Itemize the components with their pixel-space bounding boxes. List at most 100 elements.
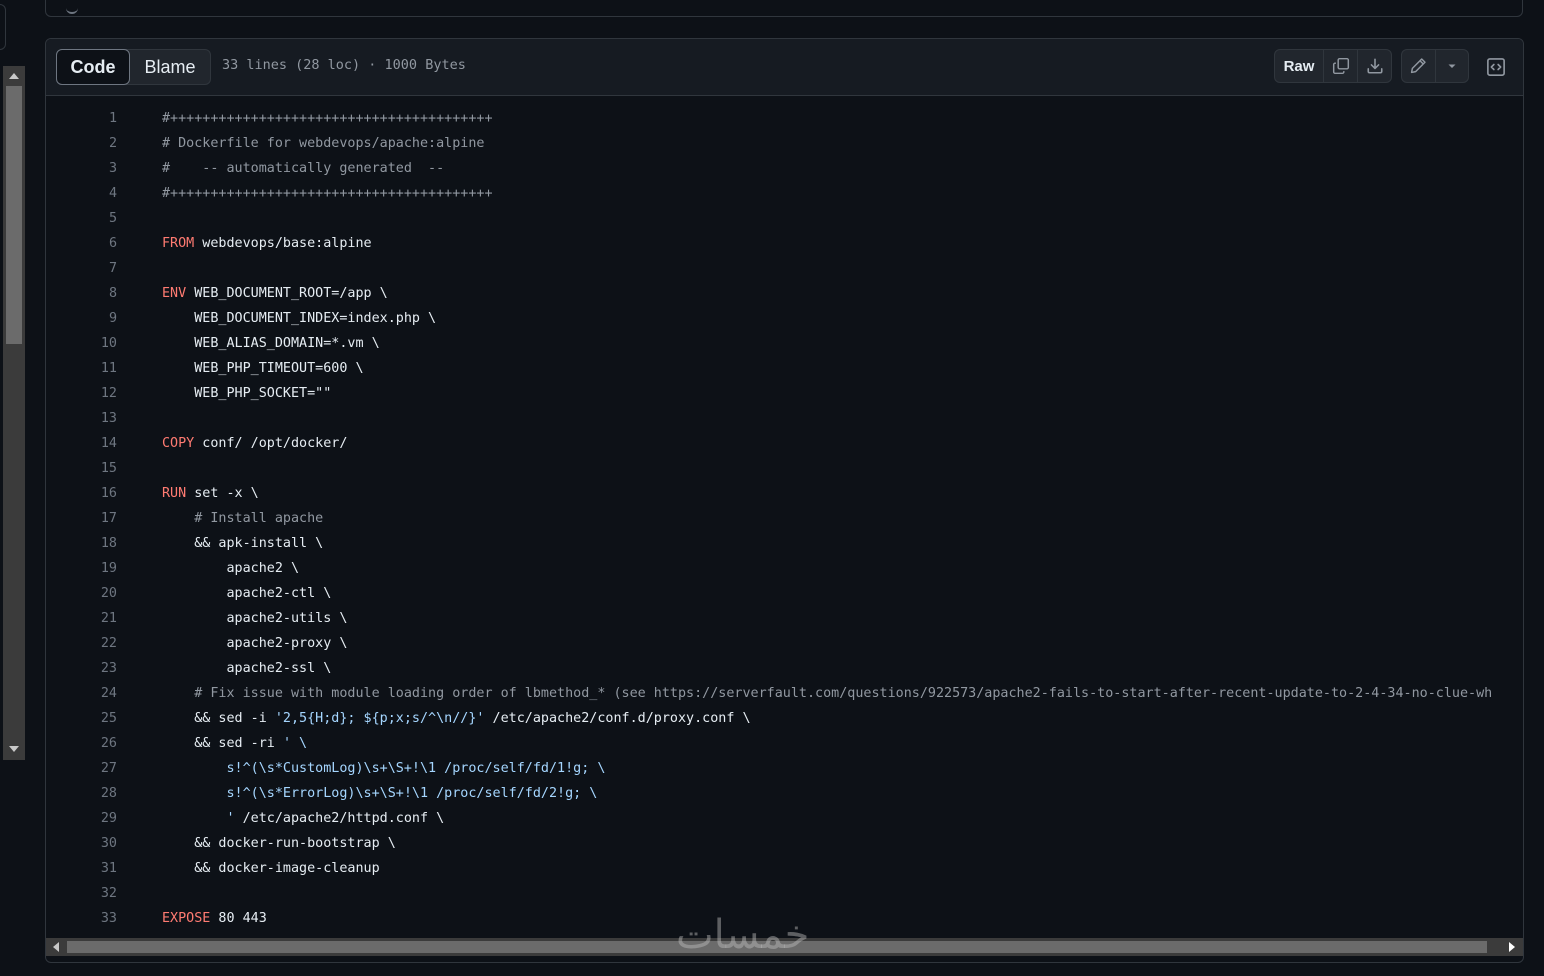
- code-token: webdevops/base:alpine: [194, 236, 372, 251]
- line-number[interactable]: 13: [76, 406, 117, 431]
- line-number[interactable]: 5: [76, 206, 117, 231]
- more-edit-options-button[interactable]: [1436, 50, 1468, 82]
- code-token: apache2-ssl \: [162, 661, 332, 676]
- code-line[interactable]: 29 ' /etc/apache2/httpd.conf \: [46, 806, 1523, 831]
- line-number[interactable]: 8: [76, 281, 117, 306]
- copy-raw-button[interactable]: [1324, 50, 1358, 82]
- line-number[interactable]: 6: [76, 231, 117, 256]
- code-token: 80 443: [210, 911, 267, 926]
- raw-copy-download-group: Raw: [1274, 49, 1392, 83]
- scroll-down-arrow-icon[interactable]: [9, 746, 19, 752]
- line-number[interactable]: 7: [76, 256, 117, 281]
- line-number[interactable]: 20: [76, 581, 117, 606]
- code-string: s!^(\s*CustomLog)\s+\S+!\1 /proc/self/fd…: [162, 761, 606, 776]
- line-number[interactable]: 30: [76, 831, 117, 856]
- line-number[interactable]: 12: [76, 381, 117, 406]
- line-number[interactable]: 24: [76, 681, 117, 706]
- code-keyword: EXPOSE: [162, 911, 211, 926]
- code-line[interactable]: 31 && docker-image-cleanup: [46, 856, 1523, 881]
- line-content: #+++++++++++++++++++++++++++++++++++++++…: [162, 181, 493, 206]
- code-line[interactable]: 14 COPY conf/ /opt/docker/: [46, 431, 1523, 456]
- code-line[interactable]: 12 WEB_PHP_SOCKET="": [46, 381, 1523, 406]
- line-content: s!^(\s*CustomLog)\s+\S+!\1 /proc/self/fd…: [162, 756, 605, 781]
- code-line[interactable]: 19 apache2 \: [46, 556, 1523, 581]
- code-line[interactable]: 8 ENV WEB_DOCUMENT_ROOT=/app \: [46, 281, 1523, 306]
- code-line[interactable]: 15: [46, 456, 1523, 481]
- code-line[interactable]: 7: [46, 256, 1523, 281]
- code-line[interactable]: 27 s!^(\s*CustomLog)\s+\S+!\1 /proc/self…: [46, 756, 1523, 781]
- raw-button[interactable]: Raw: [1275, 50, 1324, 82]
- line-number[interactable]: 32: [76, 881, 117, 906]
- code-line[interactable]: 25 && sed -i '2,5{H;d}; ${p;x;s/^\n//}' …: [46, 706, 1523, 731]
- line-number[interactable]: 27: [76, 756, 117, 781]
- code-line[interactable]: 28 s!^(\s*ErrorLog)\s+\S+!\1 /proc/self/…: [46, 781, 1523, 806]
- line-content: apache2-ctl \: [162, 581, 331, 606]
- line-content: WEB_DOCUMENT_INDEX=index.php \: [162, 306, 436, 331]
- code-tab[interactable]: Code: [56, 49, 130, 85]
- scroll-up-arrow-icon[interactable]: [9, 73, 19, 79]
- scrollbar-thumb[interactable]: [6, 86, 22, 344]
- line-number[interactable]: 31: [76, 856, 117, 881]
- code-line[interactable]: 16 RUN set -x \: [46, 481, 1523, 506]
- code-line[interactable]: 24 # Fix issue with module loading order…: [46, 681, 1523, 706]
- line-number[interactable]: 15: [76, 456, 117, 481]
- code-line[interactable]: 1 #++++++++++++++++++++++++++++++++++++++…: [46, 106, 1523, 131]
- code-line[interactable]: 20 apache2-ctl \: [46, 581, 1523, 606]
- code-comment: # -- automatically generated --: [162, 161, 445, 176]
- code-line[interactable]: 23 apache2-ssl \: [46, 656, 1523, 681]
- line-number[interactable]: 22: [76, 631, 117, 656]
- code-line[interactable]: 33 EXPOSE 80 443: [46, 906, 1523, 931]
- line-number[interactable]: 18: [76, 531, 117, 556]
- code-line[interactable]: 18 && apk-install \: [46, 531, 1523, 556]
- code-line[interactable]: 21 apache2-utils \: [46, 606, 1523, 631]
- scroll-left-arrow-icon[interactable]: [53, 942, 59, 952]
- code-token: && docker-image-cleanup: [162, 861, 380, 876]
- line-number[interactable]: 28: [76, 781, 117, 806]
- line-number[interactable]: 17: [76, 506, 117, 531]
- code-line[interactable]: 6 FROM webdevops/base:alpine: [46, 231, 1523, 256]
- code-line[interactable]: 11 WEB_PHP_TIMEOUT=600 \: [46, 356, 1523, 381]
- line-number[interactable]: 2: [76, 131, 117, 156]
- code-line[interactable]: 10 WEB_ALIAS_DOMAIN=*.vm \: [46, 331, 1523, 356]
- line-number[interactable]: 11: [76, 356, 117, 381]
- line-number[interactable]: 21: [76, 606, 117, 631]
- code-line[interactable]: 3 # -- automatically generated --: [46, 156, 1523, 181]
- code-token: && sed -i: [162, 711, 275, 726]
- code-line[interactable]: 30 && docker-run-bootstrap \: [46, 831, 1523, 856]
- download-button[interactable]: [1358, 50, 1391, 82]
- code-token: apache2 \: [162, 561, 300, 576]
- code-line[interactable]: 5: [46, 206, 1523, 231]
- code-line[interactable]: 17 # Install apache: [46, 506, 1523, 531]
- code-line[interactable]: 32: [46, 881, 1523, 906]
- line-number[interactable]: 29: [76, 806, 117, 831]
- code-line[interactable]: 9 WEB_DOCUMENT_INDEX=index.php \: [46, 306, 1523, 331]
- line-number[interactable]: 9: [76, 306, 117, 331]
- line-number[interactable]: 33: [76, 906, 117, 931]
- line-number[interactable]: 23: [76, 656, 117, 681]
- line-number[interactable]: 16: [76, 481, 117, 506]
- code-line[interactable]: 22 apache2-proxy \: [46, 631, 1523, 656]
- code-line[interactable]: 2 # Dockerfile for webdevops/apache:alpin…: [46, 131, 1523, 156]
- symbols-panel-button[interactable]: [1480, 51, 1512, 83]
- line-number[interactable]: 3: [76, 156, 117, 181]
- code-line[interactable]: 4 #++++++++++++++++++++++++++++++++++++++…: [46, 181, 1523, 206]
- edit-button[interactable]: [1402, 50, 1436, 82]
- line-number[interactable]: 26: [76, 731, 117, 756]
- line-number[interactable]: 14: [76, 431, 117, 456]
- line-number[interactable]: 10: [76, 331, 117, 356]
- edit-group: [1401, 49, 1469, 83]
- line-number[interactable]: 4: [76, 181, 117, 206]
- code-view[interactable]: 1 #++++++++++++++++++++++++++++++++++++++…: [46, 96, 1523, 932]
- line-number[interactable]: 1: [76, 106, 117, 131]
- blame-tab[interactable]: Blame: [130, 50, 210, 84]
- vertical-scrollbar[interactable]: [3, 66, 25, 760]
- line-number[interactable]: 19: [76, 556, 117, 581]
- pencil-icon: [1411, 58, 1427, 74]
- horizontal-scrollbar[interactable]: [46, 938, 1523, 956]
- horizontal-scrollbar-thumb[interactable]: [67, 941, 1487, 953]
- code-line[interactable]: 13: [46, 406, 1523, 431]
- code-line[interactable]: 26 && sed -ri ' \: [46, 731, 1523, 756]
- line-number[interactable]: 25: [76, 706, 117, 731]
- scroll-right-arrow-icon[interactable]: [1509, 942, 1515, 952]
